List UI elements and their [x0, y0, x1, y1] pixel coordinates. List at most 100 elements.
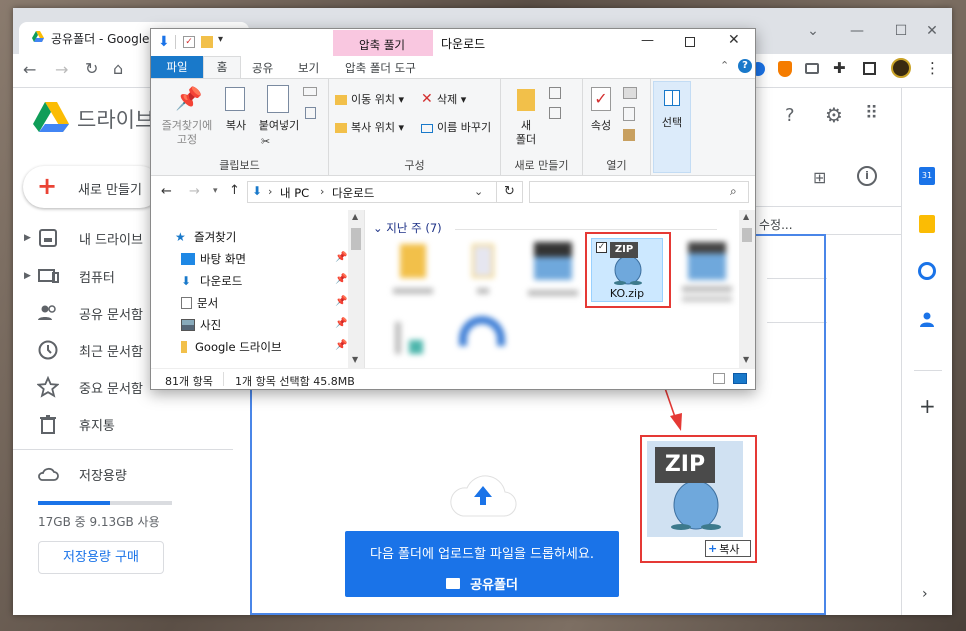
- breadcrumb-item[interactable]: 내 PC: [280, 185, 309, 201]
- nav-google-drive[interactable]: Google 드라이브: [181, 336, 282, 358]
- home-icon[interactable]: ⌂: [113, 59, 123, 78]
- ribbon-tab-home[interactable]: 홈: [203, 56, 241, 79]
- dragged-zip-file[interactable]: ZIP: [647, 441, 743, 537]
- recent-dropdown-icon[interactable]: ▾: [213, 186, 218, 196]
- expand-arrow-icon[interactable]: ▶: [24, 271, 31, 281]
- nav-quick-access[interactable]: ★ 즐겨찾기: [175, 226, 236, 248]
- add-addon-icon[interactable]: +: [919, 394, 936, 418]
- open-icon[interactable]: [623, 87, 637, 99]
- brave-shield-icon[interactable]: [778, 61, 792, 77]
- copy-path-icon[interactable]: [303, 87, 317, 96]
- details-view-icon[interactable]: [713, 373, 725, 384]
- nav-desktop[interactable]: 바탕 화면: [181, 248, 246, 270]
- nav-trash[interactable]: 휴지통: [13, 406, 233, 442]
- nav-label: 최근 문서함: [79, 344, 143, 360]
- tasks-icon[interactable]: [918, 262, 936, 280]
- puzzle-icon[interactable]: ✚: [833, 59, 846, 77]
- calendar-icon[interactable]: 31: [919, 167, 935, 185]
- grid-view-icon[interactable]: ⊞: [813, 168, 826, 187]
- scrollbar-thumb[interactable]: [742, 228, 752, 242]
- help-icon[interactable]: ?: [785, 105, 795, 126]
- contacts-icon[interactable]: [920, 310, 934, 328]
- paste-shortcut-icon[interactable]: [305, 107, 316, 119]
- ribbon-tabs: 파일 홈 공유 보기 압축 폴더 도구 ⌃ ?: [151, 56, 755, 79]
- nav-downloads[interactable]: ⬇ 다운로드: [181, 270, 242, 292]
- new-item-icon[interactable]: [549, 87, 561, 99]
- forward-icon[interactable]: →: [189, 184, 200, 199]
- cut-icon[interactable]: ✂: [261, 135, 270, 148]
- group-header[interactable]: ⌄ 지난 주 (7): [373, 220, 442, 236]
- nav-storage[interactable]: 저장용량: [13, 456, 233, 492]
- address-bar[interactable]: ⬇ › 내 PC › 다운로드 ⌄: [247, 181, 497, 203]
- column-modified[interactable]: 수정...: [759, 216, 793, 233]
- copy-button[interactable]: 복사: [221, 119, 251, 133]
- easy-access-icon[interactable]: [549, 107, 561, 119]
- move-to-button[interactable]: 이동 위치 ▾: [351, 93, 404, 107]
- large-icons-view-icon[interactable]: [733, 373, 747, 384]
- ribbon-tab-file[interactable]: 파일: [151, 56, 203, 78]
- back-icon[interactable]: ←: [23, 60, 36, 79]
- reload-icon[interactable]: ↻: [85, 59, 98, 78]
- forward-icon[interactable]: →: [55, 60, 68, 79]
- rename-button[interactable]: 이름 바꾸기: [437, 121, 491, 135]
- breadcrumb-item[interactable]: 다운로드: [332, 185, 374, 201]
- blurred-file[interactable]: [395, 322, 429, 362]
- minimize-button[interactable]: —: [835, 16, 879, 46]
- address-dropdown-icon[interactable]: ⌄: [474, 185, 483, 198]
- status-bar: 81개 항목 1개 항목 선택함 45.8MB: [151, 368, 755, 389]
- buy-storage-button[interactable]: 저장용량 구매: [38, 541, 164, 574]
- paste-button[interactable]: 붙여넣기: [255, 119, 303, 133]
- select-button[interactable]: 선택: [653, 81, 691, 173]
- close-button[interactable]: ✕: [910, 16, 954, 46]
- new-button[interactable]: + 새로 만들기: [23, 166, 161, 208]
- blurred-file[interactable]: [525, 238, 581, 310]
- properties-qat-icon[interactable]: ✓: [183, 36, 195, 48]
- expand-arrow-icon[interactable]: ▶: [24, 233, 31, 243]
- help-icon[interactable]: ?: [738, 59, 752, 73]
- pin-to-quick-access-button[interactable]: 즐겨찾기에 고정: [157, 119, 217, 147]
- pane-scrollbar[interactable]: ▲ ▼: [348, 210, 364, 368]
- context-tab-label[interactable]: 압축 풀기: [359, 37, 405, 53]
- copy-to-button[interactable]: 복사 위치 ▾: [351, 121, 404, 135]
- explorer-close-button[interactable]: ✕: [728, 32, 740, 48]
- qat-dropdown-icon[interactable]: ▾: [218, 34, 223, 45]
- info-icon[interactable]: i: [857, 166, 877, 186]
- file-list-scrollbar[interactable]: ▲ ▼: [739, 210, 755, 368]
- sidepanel-icon[interactable]: [863, 62, 876, 75]
- new-folder-button[interactable]: 새 폴더: [511, 119, 541, 147]
- blurred-file[interactable]: [459, 316, 509, 356]
- ribbon-tab-compressed-tools[interactable]: 압축 폴더 도구: [345, 60, 416, 76]
- address-row: ← → ▾ ↑ ⬇ › 내 PC › 다운로드 ⌄ ↻ ⌕: [151, 176, 755, 210]
- explorer-maximize-button[interactable]: [685, 37, 695, 47]
- edit-icon[interactable]: [623, 107, 635, 121]
- chevron-down-icon[interactable]: ⌄: [791, 16, 835, 46]
- camera-icon[interactable]: [805, 63, 819, 74]
- refresh-button[interactable]: ↻: [497, 181, 523, 203]
- ribbon-collapse-icon[interactable]: ⌃: [720, 59, 729, 72]
- keep-icon[interactable]: [919, 215, 935, 233]
- ribbon-tab-view[interactable]: 보기: [298, 60, 319, 76]
- blurred-file[interactable]: [389, 238, 437, 310]
- ribbon-tab-share[interactable]: 공유: [252, 60, 273, 76]
- scrollbar-thumb[interactable]: [351, 228, 361, 250]
- properties-button[interactable]: 속성: [589, 119, 613, 133]
- settings-gear-icon[interactable]: ⚙: [825, 103, 843, 127]
- apps-grid-icon[interactable]: ⠿: [865, 103, 878, 124]
- profile-avatar[interactable]: [891, 58, 911, 78]
- history-icon[interactable]: [623, 129, 635, 141]
- up-icon[interactable]: ↑: [229, 183, 240, 198]
- delete-button[interactable]: 삭제 ▾: [437, 93, 466, 107]
- nav-documents[interactable]: 문서: [181, 292, 218, 314]
- folder-qat-icon[interactable]: [201, 36, 213, 48]
- copy-tooltip-label: 복사: [719, 542, 740, 556]
- drive-logo-text: 드라이브: [77, 108, 155, 132]
- menu-dots-icon[interactable]: ⋮: [925, 59, 940, 77]
- chevron-right-icon[interactable]: ›: [922, 586, 928, 602]
- nav-pictures[interactable]: 사진: [181, 314, 221, 336]
- search-box[interactable]: ⌕: [529, 181, 749, 203]
- move-to-label: 이동 위치: [351, 93, 395, 106]
- explorer-minimize-button[interactable]: —: [641, 33, 654, 48]
- blurred-file[interactable]: [679, 238, 735, 316]
- blurred-file[interactable]: [459, 238, 507, 310]
- back-icon[interactable]: ←: [161, 184, 172, 199]
